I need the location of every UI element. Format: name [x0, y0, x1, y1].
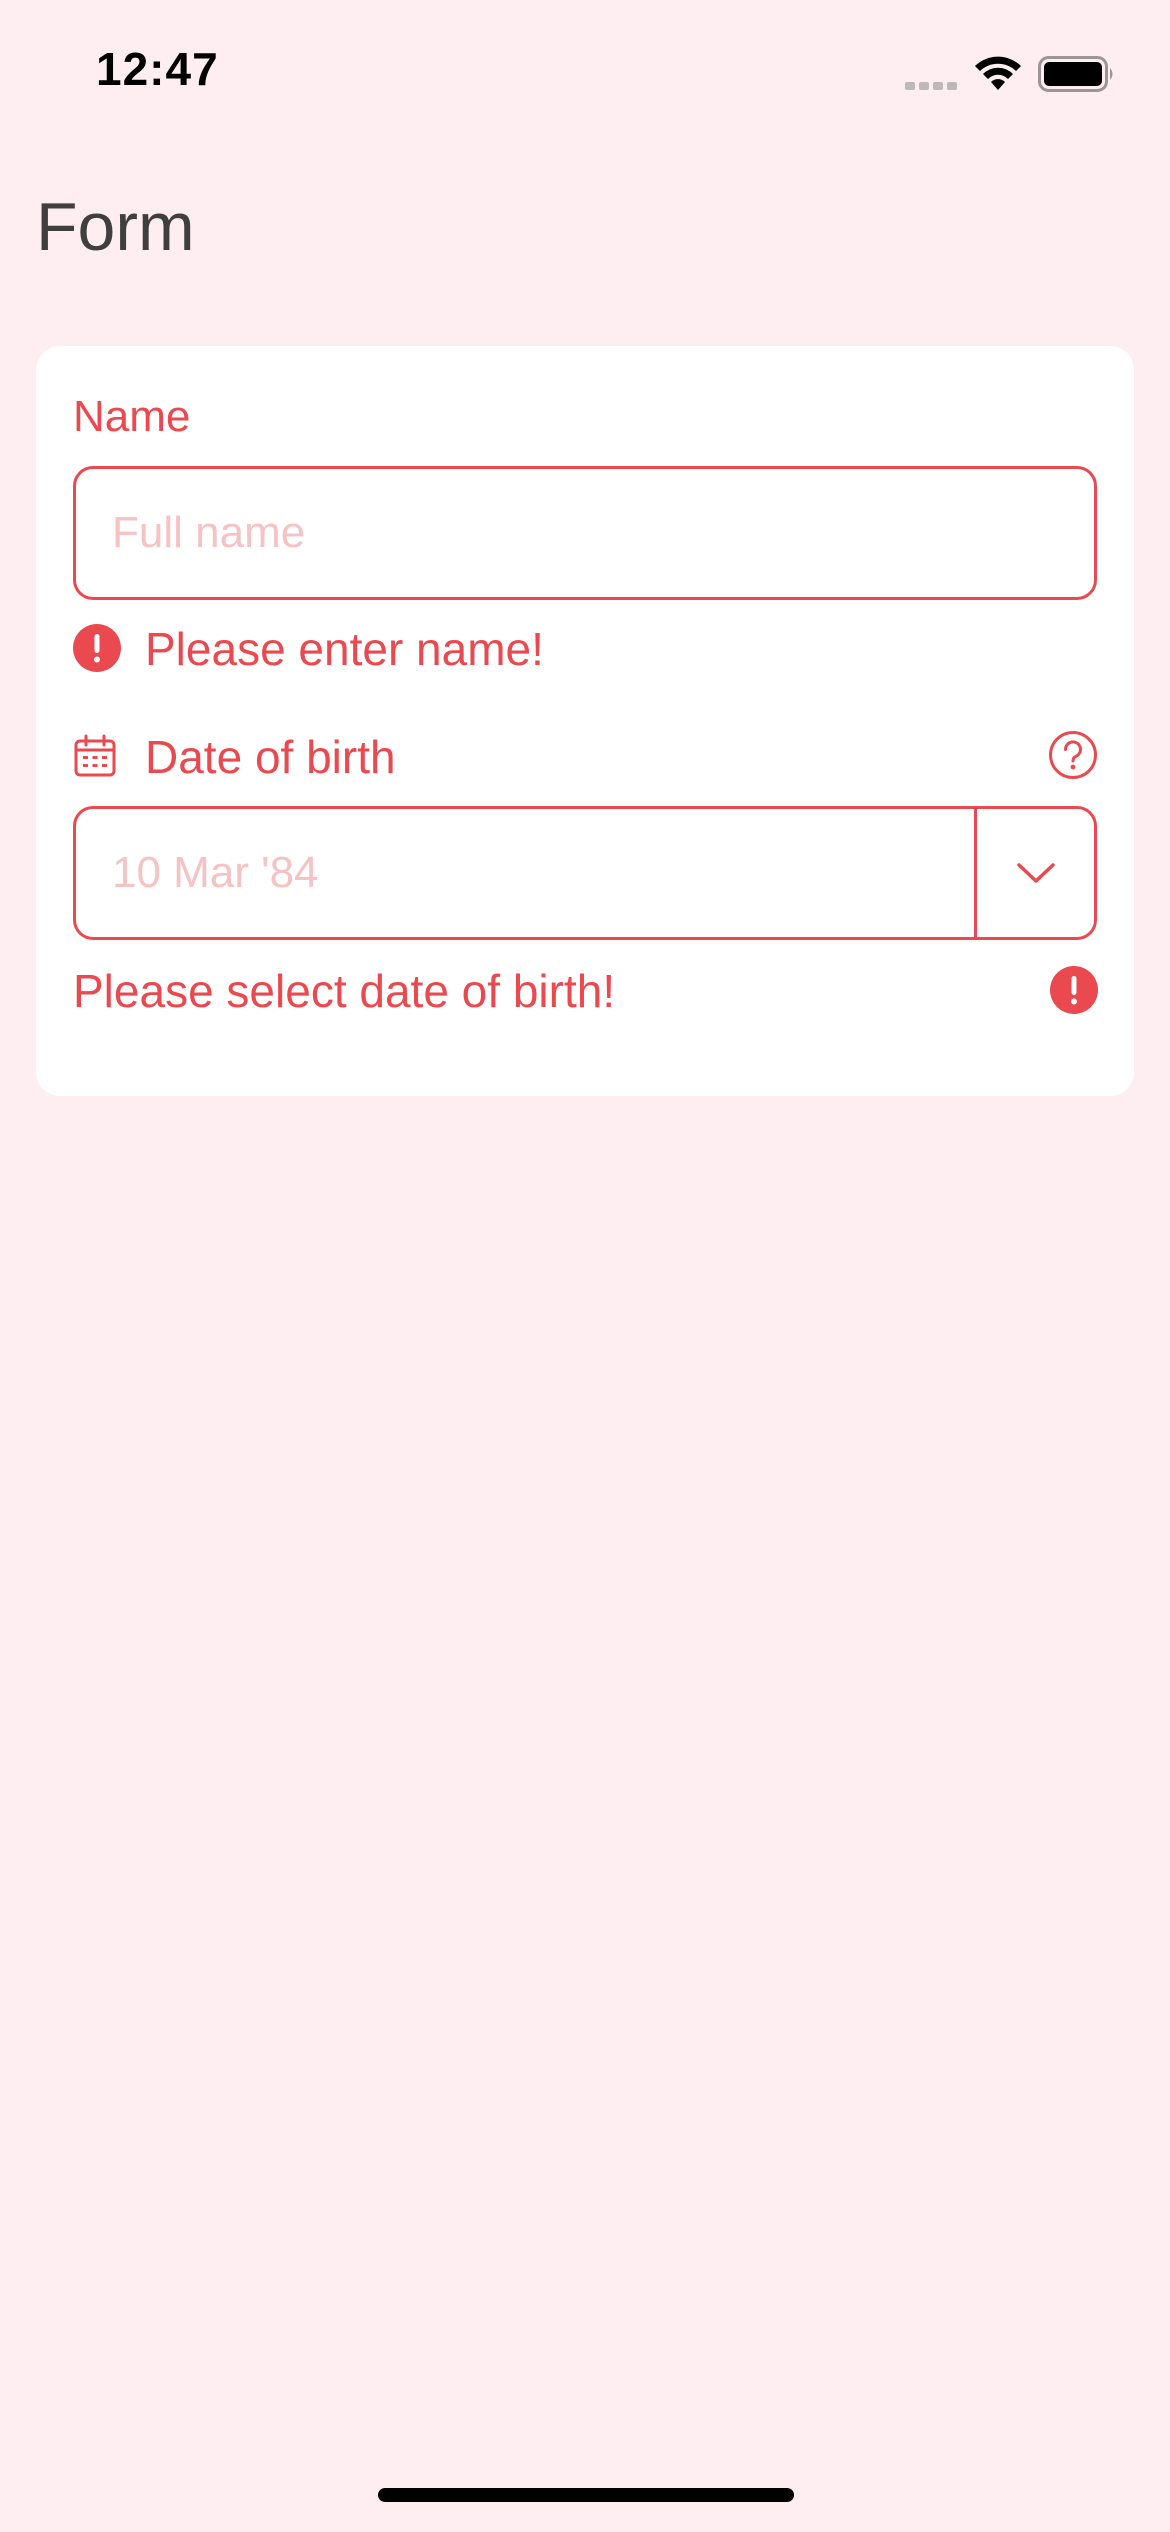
question-circle-icon[interactable]: [1048, 730, 1098, 780]
status-time: 12:47: [96, 43, 219, 95]
name-error-message: Please enter name!: [145, 623, 544, 675]
chevron-down-icon: [1016, 863, 1055, 883]
name-field[interactable]: [73, 466, 1097, 600]
name-input[interactable]: [112, 469, 1052, 597]
dob-field[interactable]: 10 Mar '84: [73, 806, 1097, 940]
form-card: Name Please enter name! Date of birth 10…: [36, 346, 1134, 1096]
status-bar: 12:47: [0, 0, 1170, 150]
wifi-icon: [975, 56, 1021, 90]
dob-error-message: Please select date of birth!: [73, 965, 616, 1017]
dob-dropdown-button[interactable]: [977, 809, 1094, 937]
calendar-icon: [74, 734, 116, 777]
cellular-signal-icon: [905, 82, 957, 90]
home-indicator[interactable]: [378, 2488, 794, 2502]
name-label: Name: [73, 392, 191, 441]
page-title: Form: [36, 189, 195, 265]
dob-label: Date of birth: [145, 731, 396, 783]
exclamation-circle-icon: [73, 624, 121, 672]
dob-value[interactable]: 10 Mar '84: [112, 809, 319, 937]
exclamation-circle-icon: [1050, 966, 1098, 1014]
battery-icon: [1038, 56, 1113, 92]
